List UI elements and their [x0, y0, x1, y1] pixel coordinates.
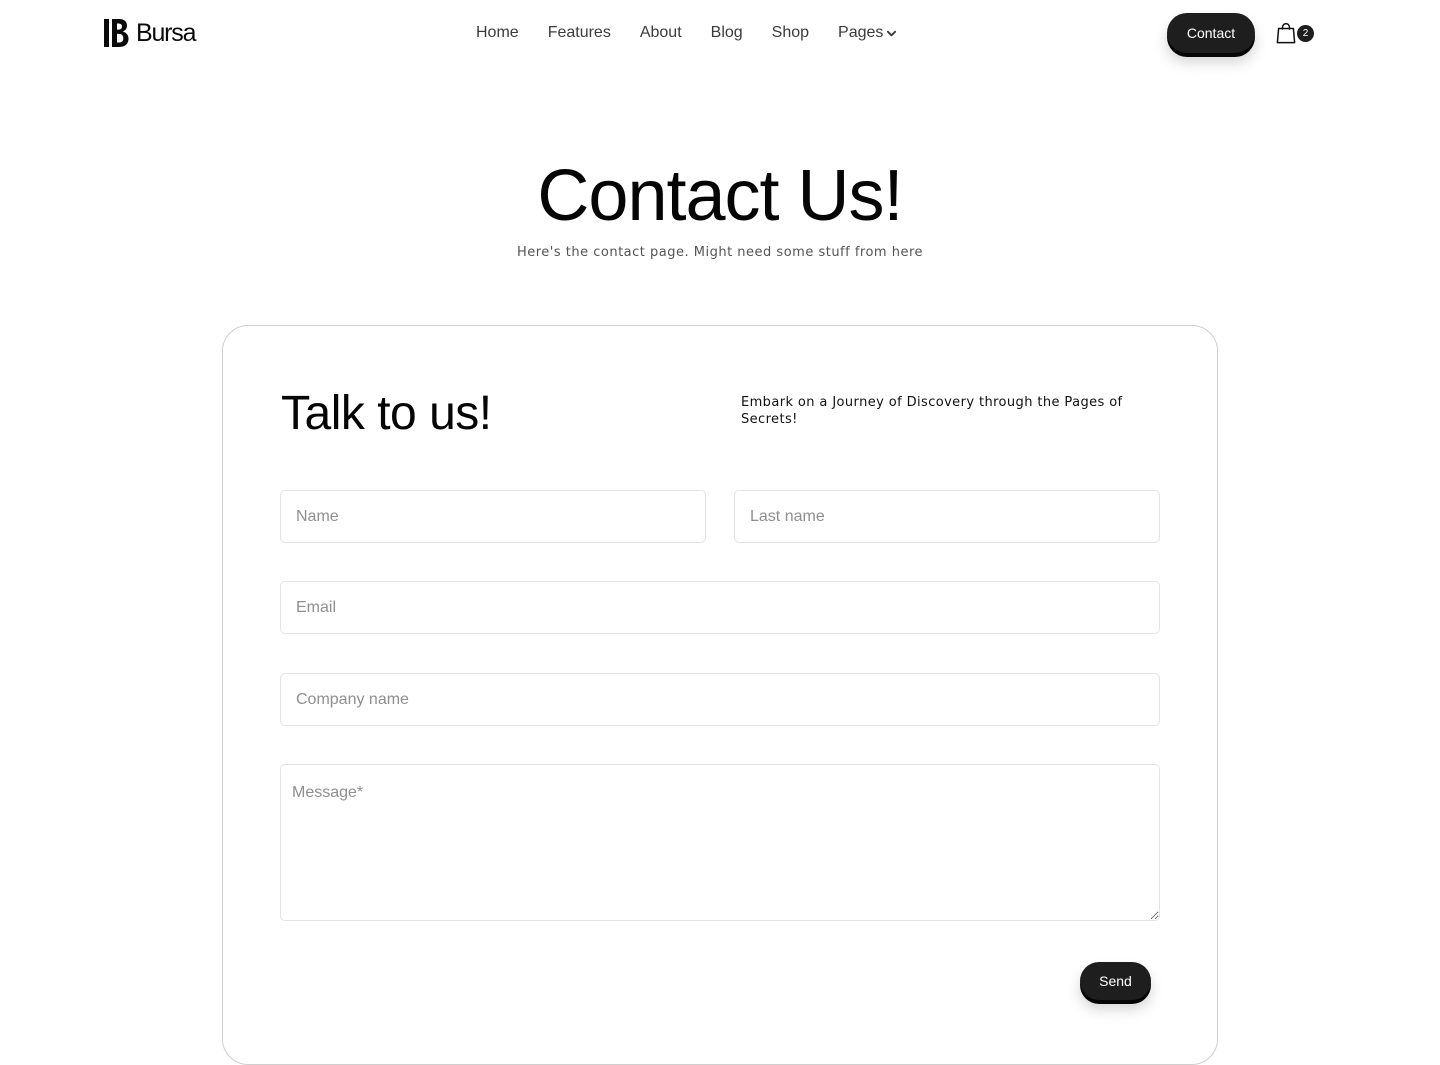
nav-shop[interactable]: Shop	[772, 22, 809, 44]
nav-features[interactable]: Features	[548, 22, 611, 44]
nav-about[interactable]: About	[640, 22, 682, 44]
email-input[interactable]	[280, 581, 1160, 634]
bursa-logo-icon	[104, 19, 129, 47]
chevron-down-icon	[887, 30, 897, 37]
cart-button[interactable]: 2	[1276, 22, 1316, 46]
shopping-bag-icon	[1276, 22, 1296, 44]
contact-button[interactable]: Contact	[1167, 13, 1255, 53]
nav-pages-label: Pages	[838, 24, 884, 41]
first-name-input[interactable]	[280, 490, 706, 543]
form-title: Talk to us!	[281, 387, 492, 440]
nav-pages-dropdown[interactable]: Pages	[838, 22, 897, 44]
company-name-input[interactable]	[280, 673, 1160, 726]
message-textarea[interactable]	[280, 764, 1160, 921]
brand-logo[interactable]: Bursa	[104, 18, 197, 48]
last-name-input[interactable]	[734, 490, 1160, 543]
form-description: Embark on a Journey of Discovery through…	[741, 395, 1123, 427]
cart-count-badge: 2	[1297, 25, 1314, 42]
send-button[interactable]: Send	[1080, 962, 1151, 1000]
nav-home[interactable]: Home	[476, 22, 519, 44]
page-title: Contact Us!	[537, 156, 903, 236]
site-header: Bursa Home Features About Blog Shop Page…	[0, 0, 1440, 68]
brand-name: Bursa	[136, 19, 197, 47]
page-subtitle: Here's the contact page. Might need some…	[516, 245, 924, 260]
nav-blog[interactable]: Blog	[711, 22, 743, 44]
contact-form-card: Talk to us! Embark on a Journey of Disco…	[222, 325, 1218, 1065]
main-nav: Home Features About Blog Shop Pages	[476, 22, 897, 44]
